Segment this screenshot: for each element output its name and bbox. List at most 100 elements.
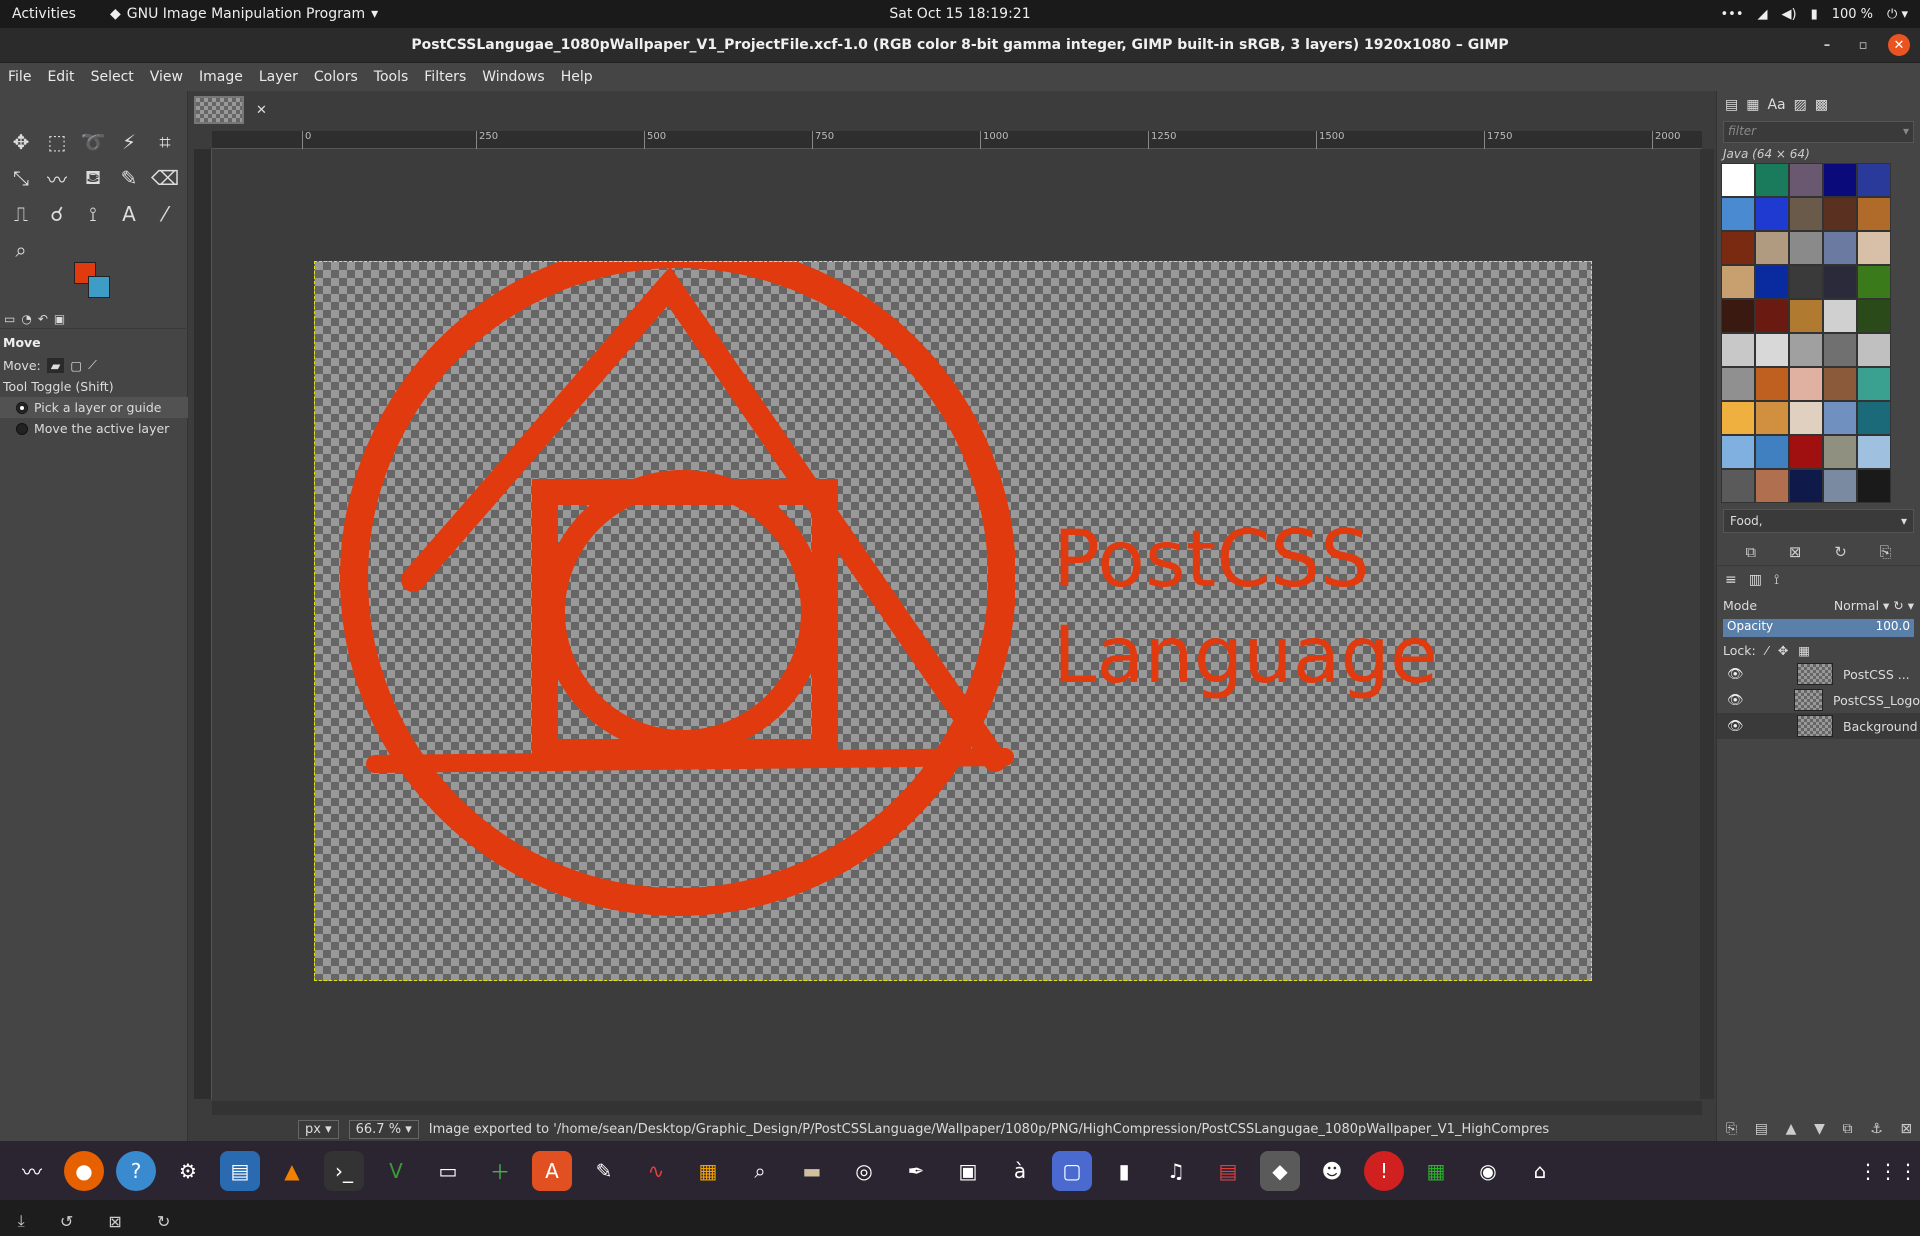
pattern-swatch[interactable] [1823, 231, 1857, 265]
move-tool-icon[interactable]: ✥ [6, 127, 36, 157]
pattern-swatch[interactable] [1823, 435, 1857, 469]
pattern-swatch[interactable] [1721, 197, 1755, 231]
mode-select[interactable]: Normal ▾ ↻ ▾ [1834, 598, 1914, 613]
pattern-swatch[interactable] [1755, 401, 1789, 435]
reset-options-icon[interactable]: ↻ [157, 1212, 170, 1231]
settings-icon[interactable]: ⚙ [168, 1151, 208, 1191]
pattern-swatch[interactable] [1823, 163, 1857, 197]
new-group-icon[interactable]: ▤ [1755, 1121, 1768, 1141]
vertical-ruler[interactable] [194, 149, 212, 1099]
software-center-icon[interactable]: A [532, 1150, 572, 1191]
brushes-tab-icon[interactable]: ▤ [1725, 97, 1738, 113]
vim-icon[interactable]: V [376, 1151, 416, 1191]
paths-tab-icon[interactable]: ⟟ [1774, 572, 1779, 588]
viewer-icon[interactable]: ▣ [948, 1151, 988, 1191]
unit-select[interactable]: px ▾ [298, 1119, 339, 1139]
vlc-icon[interactable]: ▲ [272, 1151, 312, 1191]
restore-options-icon[interactable]: ↺ [60, 1212, 73, 1231]
pattern-swatch[interactable] [1823, 333, 1857, 367]
pattern-swatch[interactable] [1721, 469, 1755, 503]
image-tab-thumbnail[interactable] [194, 96, 244, 124]
pattern-swatch[interactable] [1721, 435, 1755, 469]
layers-tab-icon[interactable]: ≡ [1725, 572, 1737, 588]
color-picker-icon[interactable]: ⁄ [150, 199, 180, 229]
pattern-swatch[interactable] [1857, 163, 1891, 197]
open-pattern-icon[interactable]: ⎘ [1880, 543, 1892, 561]
calculator-icon[interactable]: ▦ [688, 1151, 728, 1191]
pattern-swatch[interactable] [1789, 163, 1823, 197]
pattern-swatch[interactable] [1789, 367, 1823, 401]
system-monitor-icon[interactable]: 〰 [12, 1151, 52, 1191]
pattern-swatch[interactable] [1721, 401, 1755, 435]
help-icon[interactable]: ? [116, 1150, 156, 1191]
rect-select-icon[interactable]: ⬚ [42, 127, 72, 157]
inkscape-icon[interactable]: ✒ [896, 1151, 936, 1191]
undo-history-tab-icon[interactable]: ↶ [38, 312, 48, 326]
pattern-swatch[interactable] [1721, 299, 1755, 333]
pattern-swatch[interactable] [1857, 231, 1891, 265]
minimize-icon[interactable]: – [1816, 34, 1838, 56]
menu-tools[interactable]: Tools [366, 69, 417, 85]
pattern-swatch[interactable] [1721, 367, 1755, 401]
pattern-swatch[interactable] [1823, 197, 1857, 231]
warp-icon[interactable]: 〰 [42, 163, 72, 193]
save-options-icon[interactable]: ⤓ [18, 1211, 25, 1231]
pattern-swatch[interactable] [1721, 231, 1755, 265]
anchor-layer-icon[interactable]: ⚓ [1870, 1121, 1883, 1141]
visibility-eye-icon[interactable]: 👁 [1727, 693, 1744, 708]
move-selection-icon[interactable]: ▢ [70, 358, 82, 373]
lasso-icon[interactable]: ➰ [78, 127, 108, 157]
patterns-tab-icon[interactable]: ▦ [1746, 97, 1759, 113]
delete-pattern-icon[interactable]: ⊠ [1789, 543, 1802, 561]
compass-icon[interactable]: ◎ [844, 1151, 884, 1191]
pattern-swatch[interactable] [1755, 163, 1789, 197]
system-tray[interactable]: ••• ◢ ◀) ▮ 100 % ⏻ ▾ [1720, 7, 1908, 22]
bucket-fill-icon[interactable]: ⛾ [78, 163, 108, 193]
archive-icon[interactable]: ▮ [1104, 1151, 1144, 1191]
firefox-icon[interactable]: ● [64, 1150, 104, 1191]
text-tool-icon[interactable]: A [114, 199, 144, 229]
pattern-swatch[interactable] [1789, 333, 1823, 367]
lower-layer-icon[interactable]: ▼ [1814, 1121, 1825, 1141]
menu-colors[interactable]: Colors [306, 69, 366, 85]
pattern-swatch[interactable] [1789, 401, 1823, 435]
image-tab[interactable]: ✕ [194, 95, 267, 125]
clone-icon[interactable]: ⎍ [6, 199, 36, 229]
move-path-icon[interactable]: ⟋ [88, 357, 97, 373]
layer-item[interactable]: 👁 Background [1717, 713, 1920, 739]
pattern-swatch[interactable] [1755, 435, 1789, 469]
zoom-select[interactable]: 66.7 % ▾ [348, 1119, 419, 1139]
pattern-swatch[interactable] [1857, 197, 1891, 231]
eraser-icon[interactable]: ⌫ [150, 163, 180, 193]
pattern-swatch[interactable] [1755, 299, 1789, 333]
display-icon[interactable]: ▭ [428, 1151, 468, 1191]
pattern-swatch[interactable] [1857, 435, 1891, 469]
layer-item[interactable]: 👁 PostCSS ... [1717, 661, 1920, 687]
menu-select[interactable]: Select [83, 69, 142, 85]
vertical-scrollbar[interactable] [1700, 149, 1714, 1099]
pattern-filter-input[interactable]: filter ▾ [1723, 121, 1914, 143]
pattern-swatch[interactable] [1857, 333, 1891, 367]
app-menu[interactable]: ◆ GNU Image Manipulation Program ▾ [110, 6, 378, 22]
delete-layer-icon[interactable]: ⊠ [1900, 1121, 1912, 1141]
game-icon[interactable]: ☻ [1312, 1151, 1352, 1191]
gradients-tab-icon[interactable]: ▨ [1794, 97, 1807, 113]
crop-icon[interactable]: ⌗ [150, 127, 180, 157]
tool-options-tab-icon[interactable]: ▭ [4, 312, 15, 326]
pdf-icon[interactable]: ▤ [1208, 1151, 1248, 1191]
duplicate-layer-icon[interactable]: ⧉ [1843, 1121, 1853, 1141]
remote-desktop-icon[interactable]: ▢ [1052, 1150, 1092, 1191]
pattern-swatch[interactable] [1857, 469, 1891, 503]
pattern-tag-input[interactable]: Food, ▾ [1723, 509, 1914, 533]
pattern-swatch[interactable] [1823, 401, 1857, 435]
pattern-swatch[interactable] [1789, 231, 1823, 265]
zoom-icon[interactable]: ⌕ [6, 235, 36, 265]
pattern-swatch[interactable] [1721, 333, 1755, 367]
lock-pixels-icon[interactable]: ⁄ [1766, 643, 1768, 658]
lock-position-icon[interactable]: ✥ [1778, 643, 1788, 658]
pattern-swatch[interactable] [1789, 435, 1823, 469]
pattern-swatch[interactable] [1823, 299, 1857, 333]
pattern-swatch[interactable] [1789, 469, 1823, 503]
pattern-swatch[interactable] [1789, 197, 1823, 231]
fonts-icon[interactable]: à [1000, 1151, 1040, 1191]
